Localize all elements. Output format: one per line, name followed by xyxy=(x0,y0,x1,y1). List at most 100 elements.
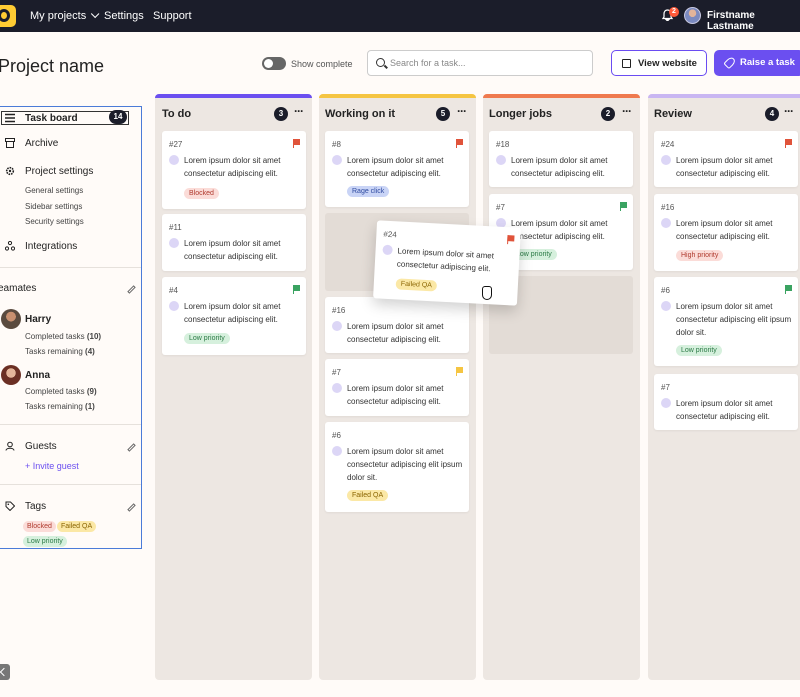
teammate-completed-harry: Completed tasks (10) xyxy=(25,332,101,341)
show-complete-toggle[interactable] xyxy=(262,57,286,70)
more-options-icon[interactable]: ··· xyxy=(784,104,794,118)
card-id: #4 xyxy=(169,286,178,295)
checkbox-icon[interactable] xyxy=(169,238,179,248)
app-logo-icon[interactable] xyxy=(0,5,16,27)
task-card[interactable]: #11 Lorem ipsum dolor sit amet consectet… xyxy=(162,214,306,271)
checkbox-icon[interactable] xyxy=(382,244,393,256)
archive-icon xyxy=(5,138,15,148)
edit-teamates-icon[interactable] xyxy=(127,285,136,294)
task-card[interactable]: #7 Lorem ipsum dolor sit amet consectetu… xyxy=(325,359,469,416)
remaining-label: Tasks remaining xyxy=(25,402,83,411)
task-card[interactable]: #7 Lorem ipsum dolor sit amet consectetu… xyxy=(654,374,798,430)
nav-my-projects[interactable]: My projects xyxy=(30,9,100,22)
column-accent-bar xyxy=(648,94,800,98)
column-longer-jobs: Longer jobs 2 ··· #18 Lorem ipsum dolor … xyxy=(483,94,640,680)
task-count-badge: 14 xyxy=(109,110,127,124)
collapse-sidebar-button[interactable] xyxy=(0,664,10,680)
card-id: #7 xyxy=(332,368,341,377)
dragging-task-card[interactable]: #24 Lorem ipsum dolor sit amet consectet… xyxy=(373,220,521,306)
integrations-icon xyxy=(5,241,15,251)
search-input[interactable] xyxy=(390,55,586,71)
card-id: #27 xyxy=(169,140,183,149)
checkbox-icon[interactable] xyxy=(332,446,342,456)
card-description: Lorem ipsum dolor sit amet consectetur a… xyxy=(184,239,281,261)
sidebar-item-project-settings[interactable]: Project settings xyxy=(0,165,141,181)
task-card[interactable]: #16 Lorem ipsum dolor sit amet consectet… xyxy=(325,297,469,353)
checkbox-icon[interactable] xyxy=(332,321,342,331)
checkbox-icon[interactable] xyxy=(169,155,179,165)
checkbox-icon[interactable] xyxy=(661,398,671,408)
task-card[interactable]: #16 Lorem ipsum dolor sit amet consectet… xyxy=(654,194,798,271)
card-description: Lorem ipsum dolor sit amet consectetur a… xyxy=(347,322,444,344)
priority-flag-icon xyxy=(785,139,792,148)
checkbox-icon[interactable] xyxy=(332,155,342,165)
edit-guests-icon[interactable] xyxy=(127,443,136,452)
task-card[interactable]: #27 Lorem ipsum dolor sit amet consectet… xyxy=(162,131,306,209)
tag-chip: Failed QA xyxy=(347,490,389,501)
top-nav: My projects Settings Support 2 Firstname… xyxy=(0,0,800,32)
checkbox-icon[interactable] xyxy=(661,155,671,165)
task-card[interactable]: #8 Lorem ipsum dolor sit amet consectetu… xyxy=(325,131,469,207)
edit-tags-icon[interactable] xyxy=(127,503,136,512)
card-description: Lorem ipsum dolor sit amet consectetur a… xyxy=(676,302,792,337)
sidebar-item-security-settings[interactable]: Security settings xyxy=(25,217,84,226)
user-avatar[interactable] xyxy=(684,7,701,24)
priority-flag-icon xyxy=(507,235,515,242)
card-description: Lorem ipsum dolor sit amet consectetur a… xyxy=(347,447,463,482)
priority-flag-icon xyxy=(456,367,463,376)
column-accent-bar xyxy=(155,94,312,98)
tag-chip: Failed QA xyxy=(395,278,438,292)
more-options-icon[interactable]: ··· xyxy=(457,104,467,118)
sidebar-item-archive-label: Archive xyxy=(25,138,59,149)
completed-value: (9) xyxy=(86,387,97,396)
user-name[interactable]: Firstname Lastname xyxy=(707,10,800,32)
page-title: Project name xyxy=(0,56,105,76)
sidebar-item-integrations[interactable]: Integrations xyxy=(0,240,141,256)
column-accent-bar xyxy=(319,94,476,98)
avatar-anna xyxy=(1,365,21,385)
task-card[interactable]: #6 Lorem ipsum dolor sit amet consectetu… xyxy=(654,277,798,366)
checkbox-icon[interactable] xyxy=(661,301,671,311)
card-id: #24 xyxy=(661,140,675,149)
teamates-heading: Teamates xyxy=(0,283,37,294)
task-card[interactable]: #24 Lorem ipsum dolor sit amet consectet… xyxy=(654,131,798,187)
card-id: #8 xyxy=(332,140,341,149)
view-website-button[interactable]: View website xyxy=(611,50,707,76)
checkbox-icon[interactable] xyxy=(332,383,342,393)
raise-task-button[interactable]: Raise a task xyxy=(714,50,800,76)
invite-guest-link[interactable]: + Invite guest xyxy=(25,461,79,471)
checkbox-icon[interactable] xyxy=(496,155,506,165)
search-icon xyxy=(376,58,385,67)
tag-blocked[interactable]: Blocked xyxy=(23,521,56,532)
sidebar-item-task-board[interactable]: Task board 14 xyxy=(0,109,141,127)
task-card[interactable]: #6 Lorem ipsum dolor sit amet consectetu… xyxy=(325,422,469,512)
tag-low-priority[interactable]: Low priority xyxy=(23,536,67,547)
checkbox-icon[interactable] xyxy=(169,301,179,311)
more-options-icon[interactable]: ··· xyxy=(294,104,304,118)
teammate-name-harry: Harry xyxy=(25,314,52,325)
guests-heading: Guests xyxy=(25,441,57,452)
nav-support[interactable]: Support xyxy=(153,10,192,22)
column-todo: To do 3 ··· #27 Lorem ipsum dolor sit am… xyxy=(155,94,312,680)
task-card[interactable]: #18 Lorem ipsum dolor sit amet consectet… xyxy=(489,131,633,187)
column-count-badge: 3 xyxy=(274,107,288,121)
sidebar-item-archive[interactable]: Archive xyxy=(0,137,141,153)
rocket-icon xyxy=(723,55,737,70)
column-accent-bar xyxy=(483,94,640,98)
card-description: Lorem ipsum dolor sit amet consectetur a… xyxy=(676,399,773,421)
card-id: #24 xyxy=(383,229,398,240)
sidebar-item-sidebar-settings[interactable]: Sidebar settings xyxy=(25,202,82,211)
card-description: Lorem ipsum dolor sit amet consectetur a… xyxy=(511,219,608,241)
column-title: Longer jobs xyxy=(489,108,552,120)
nav-settings[interactable]: Settings xyxy=(104,10,144,22)
column-review: Review 4 ··· #24 Lorem ipsum dolor sit a… xyxy=(648,94,800,680)
task-card[interactable]: #4 Lorem ipsum dolor sit amet consectetu… xyxy=(162,277,306,355)
tag-failed-qa[interactable]: Failed QA xyxy=(57,521,97,532)
more-options-icon[interactable]: ··· xyxy=(622,104,632,118)
divider xyxy=(0,424,141,425)
sidebar-item-general-settings[interactable]: General settings xyxy=(25,186,83,195)
checkbox-icon[interactable] xyxy=(661,218,671,228)
divider xyxy=(0,484,141,485)
completed-label: Completed tasks xyxy=(25,332,85,341)
chevron-down-icon xyxy=(91,9,100,19)
